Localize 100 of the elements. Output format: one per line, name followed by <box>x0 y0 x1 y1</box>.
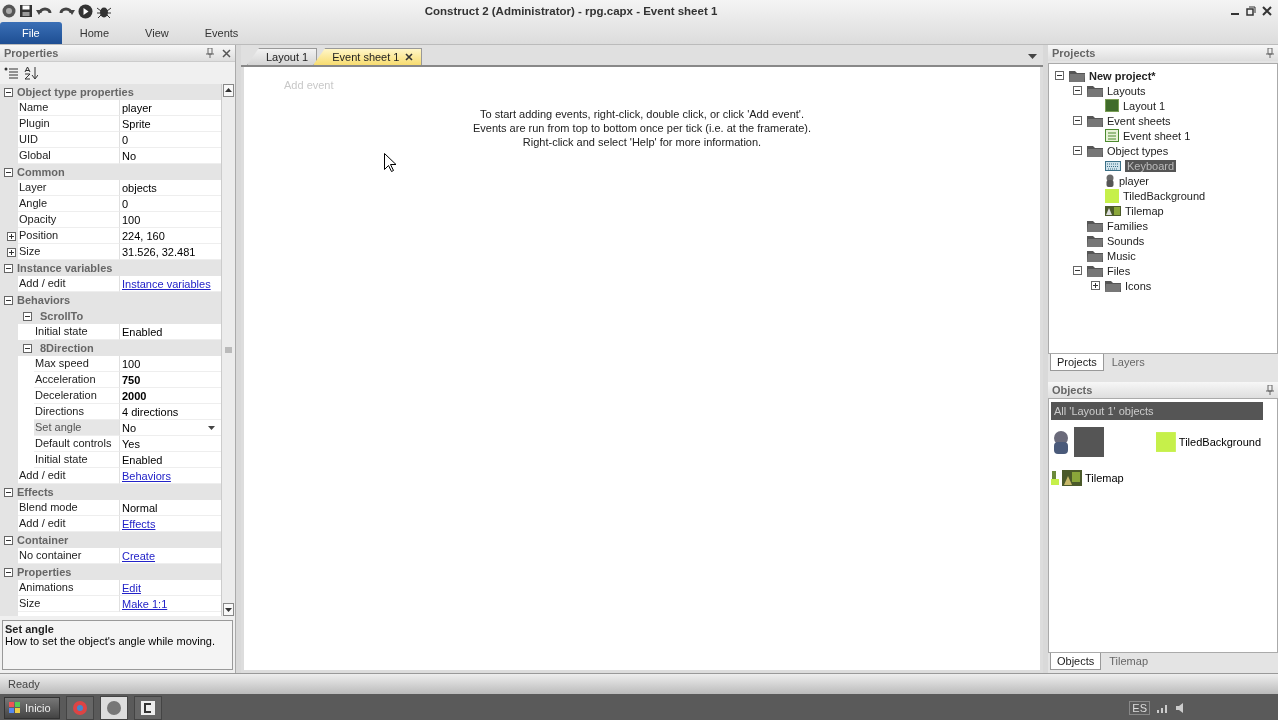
panel-tab[interactable]: Projects <box>1050 354 1104 371</box>
collapse-icon[interactable] <box>4 487 13 497</box>
tree-item[interactable]: Families <box>1107 219 1148 232</box>
collapse-icon[interactable] <box>4 567 13 577</box>
expand-icon[interactable] <box>7 247 16 257</box>
scrollbar[interactable] <box>221 84 235 616</box>
folder-icon <box>1087 234 1103 247</box>
tree-item[interactable]: Keyboard <box>1125 159 1177 172</box>
section-header: Effects <box>17 486 54 498</box>
folder-icon <box>1087 219 1103 232</box>
panel-tab[interactable]: Objects <box>1050 653 1102 670</box>
tree-item[interactable]: Sounds <box>1107 234 1145 247</box>
property-value: 0 <box>122 133 129 146</box>
close-icon[interactable] <box>222 48 231 58</box>
collapse-icon[interactable] <box>1073 146 1082 155</box>
tree-item[interactable]: Tilemap <box>1125 204 1164 217</box>
collapse-icon[interactable] <box>4 87 13 97</box>
pin-icon[interactable] <box>206 48 214 58</box>
tree-item[interactable]: TiledBackground <box>1123 189 1206 202</box>
property-value: objects <box>122 181 157 194</box>
tree-item[interactable]: Layout 1 <box>1123 99 1166 112</box>
collapse-icon[interactable] <box>4 295 13 305</box>
expand-icon[interactable] <box>7 231 16 241</box>
collapse-icon[interactable] <box>1073 266 1082 275</box>
panel-tab[interactable]: Layers <box>1105 354 1151 370</box>
property-value[interactable]: No <box>122 421 208 434</box>
collapse-icon[interactable] <box>4 263 13 273</box>
save-icon[interactable] <box>19 4 33 18</box>
property-name: Plugin <box>18 116 120 132</box>
keyboard-icon <box>1105 160 1121 171</box>
sprite-thumbnail[interactable] <box>1074 427 1104 457</box>
scroll-thumb-icon[interactable] <box>224 346 233 354</box>
tab-list-arrow-icon[interactable] <box>1028 54 1037 59</box>
tree-item[interactable]: Icons <box>1125 279 1152 292</box>
tree-item[interactable]: Layouts <box>1107 84 1146 97</box>
property-value: No <box>122 149 137 162</box>
ribbon-tab[interactable]: File <box>0 22 62 44</box>
pin-icon[interactable] <box>1266 48 1274 58</box>
dropdown-arrow-icon[interactable] <box>208 425 215 430</box>
sort-icon[interactable] <box>24 66 38 80</box>
property-name: Layer <box>18 180 120 196</box>
mouse-cursor-icon <box>384 153 396 172</box>
start-button[interactable]: Inicio <box>4 697 60 719</box>
tree-item[interactable]: New project* <box>1089 69 1156 82</box>
property-link[interactable]: Make 1:1 <box>122 597 168 610</box>
categorized-icon[interactable] <box>4 67 18 79</box>
panel-tab[interactable]: Tilemap <box>1103 653 1154 669</box>
tree-item[interactable]: Music <box>1107 249 1136 262</box>
network-icon[interactable] <box>1156 702 1170 714</box>
property-link[interactable]: Edit <box>122 581 141 594</box>
collapse-icon[interactable] <box>23 311 32 321</box>
close-icon[interactable] <box>405 53 414 61</box>
property-link[interactable]: Behaviors <box>122 469 171 482</box>
collapse-icon[interactable] <box>23 343 32 353</box>
scroll-down-icon[interactable] <box>223 603 234 616</box>
ribbon-tab[interactable]: Events <box>190 22 253 44</box>
ribbon-tab[interactable]: View <box>131 22 183 44</box>
restore-icon[interactable] <box>1246 6 1256 16</box>
property-value: 2000 <box>122 389 147 402</box>
collapse-icon[interactable] <box>1055 71 1064 80</box>
language-indicator[interactable]: ES <box>1129 701 1150 715</box>
property-name: Acceleration <box>34 372 120 388</box>
property-name: Animations <box>18 580 120 596</box>
empty-sheet-hint: To start adding events, right-click, double click, or click 'Add event'. Events are run from top to bottom once per tick (i.e. at the framerate). Right-click and select 'Help' for more information. <box>472 107 812 149</box>
property-value: Yes <box>122 437 140 450</box>
filter-bar[interactable]: All 'Layout 1' objects <box>1051 402 1263 420</box>
property-name: Blend mode <box>18 500 120 516</box>
play-icon[interactable] <box>78 3 93 19</box>
event-sheet-icon <box>1105 129 1119 142</box>
taskbar-app[interactable] <box>99 696 128 720</box>
pin-icon[interactable] <box>1266 385 1274 395</box>
scroll-up-icon[interactable] <box>223 84 234 97</box>
expand-icon[interactable] <box>1091 281 1100 290</box>
property-link[interactable]: Effects <box>122 517 156 530</box>
ribbon-tab[interactable]: Home <box>65 22 124 44</box>
behavior-header: ScrollTo <box>40 310 84 322</box>
object-label[interactable]: Tilemap <box>1085 472 1124 484</box>
tilemap-thumbnail[interactable] <box>1062 470 1082 486</box>
close-icon[interactable] <box>1262 6 1272 16</box>
tree-item[interactable]: player <box>1119 174 1149 187</box>
property-name: UID <box>18 132 120 148</box>
property-link[interactable]: Create <box>122 549 156 562</box>
editor-tab[interactable]: Layout 1 <box>247 48 318 65</box>
tree-item[interactable]: Object types <box>1107 144 1169 157</box>
taskbar-app[interactable] <box>133 696 162 720</box>
collapse-icon[interactable] <box>4 535 13 545</box>
description-text: How to set the object's angle while moving. <box>5 635 215 647</box>
collapse-icon[interactable] <box>1073 116 1082 125</box>
tree-item[interactable]: Files <box>1107 264 1131 277</box>
collapse-icon[interactable] <box>1073 86 1082 95</box>
property-link[interactable]: Instance variables <box>122 277 211 290</box>
property-name: Default controls <box>34 436 120 452</box>
tile-icon <box>1105 188 1119 203</box>
tree-item[interactable]: Event sheet 1 <box>1123 129 1191 142</box>
property-name: Angle <box>18 196 120 212</box>
property-value: 100 <box>122 357 141 370</box>
object-label[interactable]: TiledBackground <box>1178 436 1261 448</box>
tree-item[interactable]: Event sheets <box>1107 114 1171 127</box>
collapse-icon[interactable] <box>4 167 13 177</box>
editor-tab[interactable]: Event sheet 1 <box>313 48 423 65</box>
